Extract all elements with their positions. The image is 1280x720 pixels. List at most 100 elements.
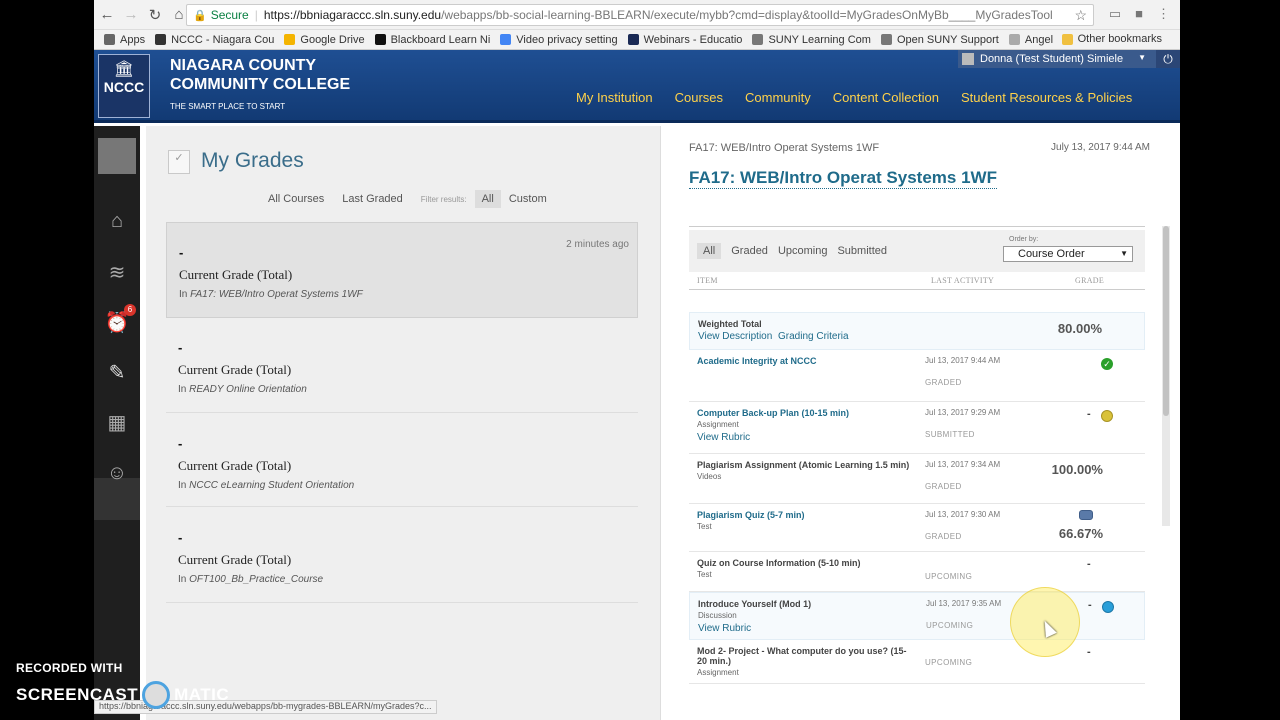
- nav-my-institution[interactable]: My Institution: [576, 90, 653, 105]
- grade-card[interactable]: - Current Grade (Total) In READY Online …: [166, 318, 638, 414]
- submitted-clock-icon: [1101, 410, 1113, 422]
- item-grade: 100.00%: [1051, 462, 1103, 477]
- college-logo[interactable]: 🏛 NCCC: [98, 54, 150, 118]
- scrollbar-thumb[interactable]: [1163, 226, 1169, 416]
- grade-value: -: [178, 530, 183, 545]
- profile-icon[interactable]: ☺: [104, 460, 130, 486]
- grades-list-pane: ✓ My Grades All Courses Last Graded Filt…: [146, 126, 660, 720]
- grade-course: In OFT100_Bb_Practice_Course: [178, 574, 323, 585]
- logout-icon[interactable]: ⏻: [1156, 50, 1180, 68]
- grading-criteria-link[interactable]: Grading Criteria: [778, 331, 849, 342]
- nav-student-resources[interactable]: Student Resources & Policies: [961, 90, 1132, 105]
- other-bookmarks-label: Other bookmarks: [1077, 33, 1162, 45]
- item-type: Assignment: [697, 668, 739, 677]
- tab-graded[interactable]: Graded: [731, 245, 768, 257]
- bookmark-item[interactable]: NCCC - Niagara Cou: [155, 34, 274, 46]
- bookmark-item[interactable]: Apps: [104, 34, 145, 46]
- item-status: Upcoming: [926, 621, 974, 630]
- notification-badge: 6: [124, 304, 136, 316]
- view-rubric-link[interactable]: View Rubric: [698, 623, 751, 634]
- tagline: THE SMART PLACE TO START: [170, 102, 286, 111]
- course-title-link[interactable]: FA17: WEB/Intro Operat Systems 1WF: [689, 168, 997, 189]
- nav-content-collection[interactable]: Content Collection: [833, 90, 939, 105]
- forward-icon[interactable]: →: [120, 4, 142, 26]
- bookmark-item[interactable]: SUNY Learning Com: [752, 34, 871, 46]
- stream-icon[interactable]: ≋: [104, 260, 130, 286]
- item-status: Graded: [925, 532, 962, 541]
- course-detail-pane: FA17: WEB/Intro Operat Systems 1WF July …: [660, 126, 1174, 720]
- filter-custom[interactable]: Custom: [509, 193, 547, 205]
- bookmarks-bar: Apps NCCC - Niagara Cou Google Drive Blackb…: [94, 30, 1180, 50]
- user-menu[interactable]: Donna (Test Student) Simiele ▼ ⏻: [958, 50, 1180, 68]
- extension-icon[interactable]: ■: [1135, 6, 1143, 22]
- table-row: Weighted Total View Description Grading …: [689, 312, 1145, 350]
- item-activity: Jul 13, 2017 9:30 AM: [925, 510, 1001, 519]
- item-activity: Jul 13, 2017 9:29 AM: [925, 408, 1001, 417]
- watermark-line2: SCREENCAST MATIC: [16, 681, 229, 709]
- cast-icon[interactable]: ▭: [1109, 6, 1121, 22]
- grade-label: Current Grade (Total): [178, 458, 292, 473]
- view-description-link[interactable]: View Description: [698, 331, 772, 342]
- table-row: Plagiarism Assignment (Atomic Learning 1…: [689, 454, 1145, 504]
- bookmark-label: Video privacy setting: [516, 33, 618, 46]
- order-by-label: Order by:: [1009, 236, 1039, 243]
- in-label: In: [178, 480, 187, 491]
- course-name: FA17: WEB/Intro Operat Systems 1WF: [190, 289, 363, 300]
- grade-card[interactable]: - Current Grade (Total) In FA17: WEB/Int…: [166, 222, 638, 318]
- item-type: Discussion: [698, 611, 737, 620]
- tab-submitted[interactable]: Submitted: [837, 245, 887, 257]
- in-label: In: [179, 289, 188, 300]
- col-last-activity: Last Activity: [931, 276, 995, 285]
- menu-icon[interactable]: ⋮: [1157, 6, 1170, 22]
- item-name: Mod 2- Project - What computer do you us…: [697, 646, 907, 666]
- grade-label: Current Grade (Total): [178, 552, 292, 567]
- tab-all[interactable]: All: [697, 243, 722, 259]
- address-bar: ← → ↻ ⌂ 🔒 Secure | https://bbniagaraccc.…: [94, 0, 1180, 30]
- bookmark-item[interactable]: Google Drive: [284, 34, 365, 46]
- item-name[interactable]: Academic Integrity at NCCC: [697, 356, 915, 366]
- bookmark-label: SUNY Learning Com: [768, 33, 871, 46]
- bookmark-item[interactable]: Angel: [1008, 34, 1053, 46]
- nav-courses[interactable]: Courses: [675, 90, 723, 105]
- grade-card[interactable]: - Current Grade (Total) In NCCC eLearnin…: [166, 414, 638, 510]
- filter-all[interactable]: All: [474, 190, 501, 208]
- back-icon[interactable]: ←: [96, 4, 118, 26]
- top-nav: My Institution Courses Community Content…: [576, 90, 1154, 105]
- nav-community[interactable]: Community: [745, 90, 811, 105]
- item-name[interactable]: Plagiarism Quiz (5-7 min): [697, 510, 915, 520]
- grade-value: -: [178, 436, 183, 451]
- reload-icon[interactable]: ↻: [144, 4, 166, 26]
- avatar[interactable]: [98, 138, 136, 174]
- bookmark-label: Apps: [120, 33, 146, 46]
- grade-course: In FA17: WEB/Intro Operat Systems 1WF: [179, 289, 363, 300]
- bookmark-item[interactable]: Webinars - Educatio: [627, 34, 742, 46]
- scrollbar[interactable]: [1162, 226, 1170, 526]
- item-activity: Jul 13, 2017 9:35 AM: [926, 599, 1002, 608]
- table-header: Item Last Activity Grade: [689, 272, 1145, 290]
- graded-check-icon: ✓: [1101, 358, 1113, 370]
- url-field[interactable]: 🔒 Secure | https://bbniagaraccc.sln.suny…: [186, 4, 1094, 26]
- grade-course: In NCCC eLearning Student Orientation: [178, 480, 354, 491]
- bookmark-star-icon[interactable]: ☆: [1074, 7, 1087, 24]
- item-name: Weighted Total: [698, 319, 762, 329]
- bookmark-item[interactable]: Video privacy setting: [500, 33, 618, 46]
- order-by-select[interactable]: Course Order ▼: [1003, 246, 1133, 262]
- other-bookmarks[interactable]: Other bookmarks: [1061, 33, 1162, 45]
- comment-icon[interactable]: [1079, 510, 1093, 520]
- blackboard-home-icon[interactable]: ⌂: [104, 208, 130, 234]
- grade-card[interactable]: - Current Grade (Total) In OFT100_Bb_Pra…: [166, 508, 638, 604]
- apps-grid-icon: [104, 34, 115, 45]
- bookmark-favicon-icon: [880, 34, 892, 45]
- item-name[interactable]: Computer Back-up Plan (10-15 min): [697, 408, 915, 418]
- grades-icon[interactable]: ✎: [104, 360, 130, 386]
- bookmark-item[interactable]: Blackboard Learn Ni: [374, 34, 490, 46]
- calendar-icon[interactable]: ▦: [104, 410, 130, 436]
- view-rubric-link[interactable]: View Rubric: [697, 432, 750, 443]
- filter-last-graded[interactable]: Last Graded: [342, 193, 403, 205]
- grade-label: Current Grade (Total): [178, 362, 292, 377]
- tab-upcoming[interactable]: Upcoming: [778, 245, 828, 257]
- filter-all-courses[interactable]: All Courses: [268, 193, 324, 205]
- folder-icon: [1061, 33, 1073, 45]
- user-name: Donna (Test Student) Simiele: [980, 53, 1124, 65]
- bookmark-item[interactable]: Open SUNY Support: [880, 34, 999, 46]
